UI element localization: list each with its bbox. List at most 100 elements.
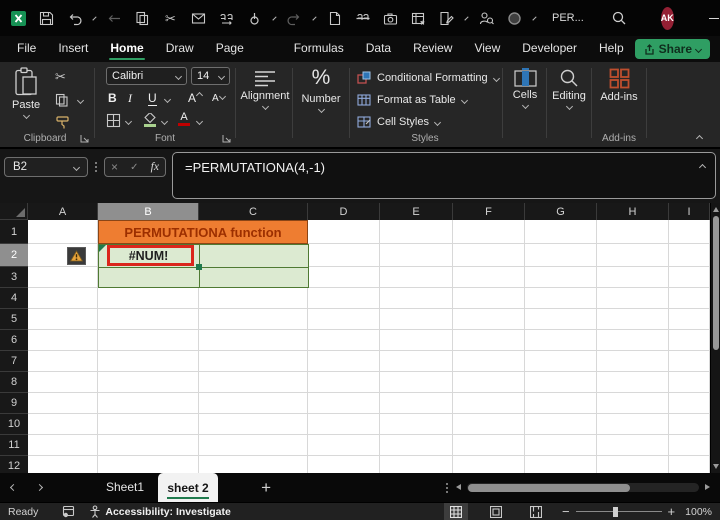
zoom-in-button[interactable]: + <box>668 504 676 519</box>
hscroll-left-arrow[interactable] <box>456 484 461 490</box>
page-break-preview-button[interactable] <box>524 503 548 520</box>
row-header-1[interactable]: 1 <box>0 220 28 244</box>
cell-G11[interactable] <box>525 435 597 456</box>
column-header-G[interactable]: G <box>525 203 597 220</box>
cell-C5[interactable] <box>199 309 308 330</box>
cell-H8[interactable] <box>597 372 669 393</box>
search-icon[interactable] <box>611 8 628 28</box>
cells-button[interactable]: Cells <box>505 68 545 108</box>
cell-styles-button[interactable]: Cell Styles <box>357 114 440 130</box>
cell-G5[interactable] <box>525 309 597 330</box>
cell-A5[interactable] <box>28 309 98 330</box>
new-file-icon[interactable] <box>326 8 343 28</box>
sheet-nav-left-chevron[interactable] <box>0 473 26 502</box>
accessibility-status[interactable]: Accessibility: Investigate <box>89 505 230 518</box>
row-header-3[interactable]: 3 <box>0 267 28 288</box>
cell-F8[interactable] <box>453 372 525 393</box>
cell-D7[interactable] <box>308 351 380 372</box>
cell-A3[interactable] <box>28 267 98 288</box>
column-header-A[interactable]: A <box>28 203 98 220</box>
row-header-10[interactable]: 10 <box>0 414 28 435</box>
cell-E3[interactable] <box>380 267 453 288</box>
row-header-4[interactable]: 4 <box>0 288 28 309</box>
paste-options-icon[interactable] <box>190 8 207 28</box>
font-name-combobox[interactable]: Calibri <box>106 67 187 85</box>
row-header-8[interactable]: 8 <box>0 372 28 393</box>
cell-H11[interactable] <box>597 435 669 456</box>
cell-B8[interactable] <box>98 372 199 393</box>
menu-tab-file[interactable]: File <box>6 36 47 62</box>
cell-I2[interactable] <box>669 244 710 267</box>
column-header-F[interactable]: F <box>453 203 525 220</box>
macro-record-icon[interactable] <box>62 505 75 518</box>
cell-G10[interactable] <box>525 414 597 435</box>
menu-tab-insert[interactable]: Insert <box>47 36 99 62</box>
copy-button[interactable] <box>55 93 69 107</box>
cell-E5[interactable] <box>380 309 453 330</box>
page-layout-view-button[interactable] <box>484 503 508 520</box>
cell-G4[interactable] <box>525 288 597 309</box>
cell-F10[interactable] <box>453 414 525 435</box>
cell-D5[interactable] <box>308 309 380 330</box>
sheet-nav-right-chevron[interactable] <box>26 473 52 502</box>
cell-D8[interactable] <box>308 372 380 393</box>
cell-D10[interactable] <box>308 414 380 435</box>
underline-dropdown-chevron[interactable] <box>164 96 171 103</box>
find-replace-icon[interactable] <box>218 8 235 28</box>
cell-I4[interactable] <box>669 288 710 309</box>
cell-D6[interactable] <box>308 330 380 351</box>
zoom-slider[interactable] <box>576 503 662 520</box>
cell-I8[interactable] <box>669 372 710 393</box>
touch-mode-icon[interactable] <box>246 8 263 28</box>
cell-A2[interactable] <box>28 244 98 267</box>
undo-dropdown-chevron[interactable] <box>92 16 96 20</box>
cell-C4[interactable] <box>199 288 308 309</box>
cell-I3[interactable] <box>669 267 710 288</box>
borders-dropdown-chevron[interactable] <box>125 118 132 125</box>
column-header-C[interactable]: C <box>199 203 308 220</box>
cell-C10[interactable] <box>199 414 308 435</box>
copy-icon[interactable] <box>134 8 151 28</box>
cell-B7[interactable] <box>98 351 199 372</box>
normal-view-button[interactable] <box>444 503 468 520</box>
sheet-tab-sheet1[interactable]: Sheet1 <box>92 473 158 502</box>
number-button[interactable]: % Number <box>295 65 347 112</box>
cell-I5[interactable] <box>669 309 710 330</box>
zoom-level[interactable]: 100% <box>685 506 712 518</box>
save-icon[interactable] <box>38 8 55 28</box>
alignment-button[interactable]: Alignment <box>238 70 292 109</box>
bold-button[interactable]: B <box>108 91 117 105</box>
camera-icon[interactable] <box>382 8 399 28</box>
zoom-slider-handle[interactable] <box>613 507 618 517</box>
cell-I1[interactable] <box>669 220 710 244</box>
zoom-out-button[interactable]: − <box>562 504 570 519</box>
cell-F5[interactable] <box>453 309 525 330</box>
cut-icon[interactable]: ✂ <box>162 8 179 28</box>
fill-handle[interactable] <box>196 264 202 270</box>
conditional-formatting-button[interactable]: Conditional Formatting <box>357 70 499 86</box>
row-header-11[interactable]: 11 <box>0 435 28 456</box>
cell-G9[interactable] <box>525 393 597 414</box>
qat-overflow-chevron[interactable] <box>532 16 536 20</box>
row-header-9[interactable]: 9 <box>0 393 28 414</box>
cell-H2[interactable] <box>597 244 669 267</box>
column-header-E[interactable]: E <box>380 203 453 220</box>
formula-input[interactable]: =PERMUTATIONA(4,-1) <box>172 152 716 199</box>
cell-E7[interactable] <box>380 351 453 372</box>
format-painter-button[interactable] <box>55 115 71 130</box>
insert-function-icon[interactable]: fx <box>151 161 159 173</box>
cell-C6[interactable] <box>199 330 308 351</box>
cell-C7[interactable] <box>199 351 308 372</box>
cell-E2[interactable] <box>380 244 453 267</box>
touch-mode-dropdown-chevron[interactable] <box>272 16 276 20</box>
menu-tab-review[interactable]: Review <box>402 36 463 62</box>
expand-formula-bar-chevron[interactable] <box>699 164 706 171</box>
document-pen-dropdown-chevron[interactable] <box>464 16 468 20</box>
cell-B9[interactable] <box>98 393 199 414</box>
cell-F1[interactable] <box>453 220 525 244</box>
cell-H3[interactable] <box>597 267 669 288</box>
avatar[interactable]: AK <box>661 7 674 30</box>
menu-tab-formulas[interactable]: Formulas <box>283 36 355 62</box>
add-ins-button[interactable]: Add-ins <box>594 68 644 103</box>
cell-F9[interactable] <box>453 393 525 414</box>
